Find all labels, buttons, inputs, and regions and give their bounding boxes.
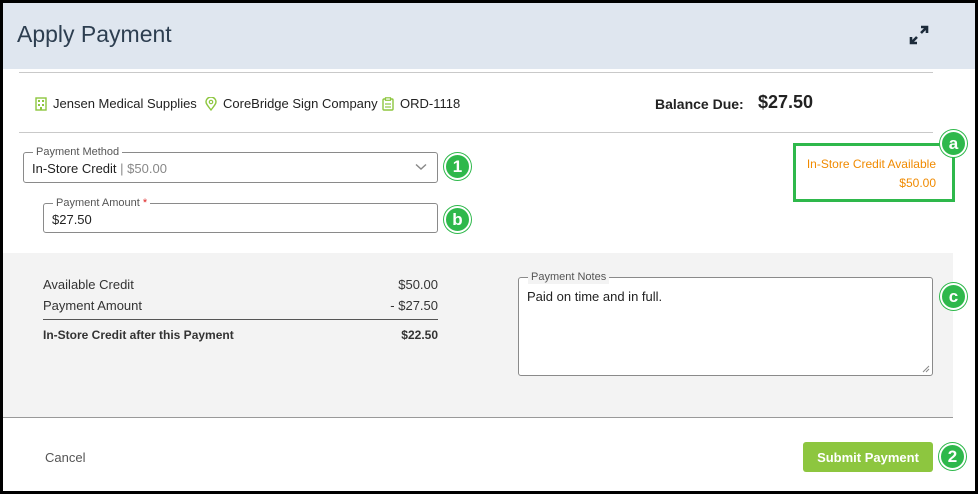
footer-divider <box>3 417 953 418</box>
summary-row-payment-amount: Payment Amount - $27.50 <box>43 298 438 313</box>
payment-notes-label: Payment Notes <box>528 270 610 284</box>
credit-available-label: In-Store Credit Available <box>806 157 936 171</box>
callout-badge-b: b <box>444 206 471 233</box>
credit-available-value: $50.00 <box>899 176 936 190</box>
callout-badge-c: c <box>940 283 967 310</box>
payment-method-value: In-Store Credit | $50.00 <box>32 161 167 176</box>
summary-row-available-credit: Available Credit $50.00 <box>43 277 438 292</box>
expand-icon[interactable] <box>907 23 931 47</box>
divider-mid <box>19 132 933 133</box>
apply-payment-dialog: Apply Payment Jensen Medical Supplies Co… <box>0 0 978 494</box>
callout-badge-1: 1 <box>444 153 471 180</box>
payment-amount-label: Payment Amount * <box>53 196 151 210</box>
summary-row-credit-after: In-Store Credit after this Payment $22.5… <box>43 328 438 342</box>
customer-name: Jensen Medical Supplies <box>53 96 197 111</box>
balance-due-value: $27.50 <box>758 92 814 112</box>
callout-badge-2: 2 <box>939 443 966 470</box>
balance-due-label: Balance Due: <box>655 96 744 112</box>
payment-amount-field[interactable]: Payment Amount * $27.50 <box>43 196 438 233</box>
payment-method-select[interactable]: Payment Method In-Store Credit | $50.00 <box>23 145 438 183</box>
customer-info: Jensen Medical Supplies <box>35 96 197 111</box>
summary-divider <box>43 319 438 320</box>
payment-notes-value: Paid on time and in full. <box>527 289 663 304</box>
cancel-button[interactable]: Cancel <box>45 450 85 465</box>
company-name: CoreBridge Sign Company <box>223 96 378 111</box>
map-pin-icon <box>205 96 217 111</box>
resize-handle-icon[interactable] <box>922 365 930 373</box>
chevron-down-icon <box>415 163 427 170</box>
payment-amount-value: $27.50 <box>52 212 92 227</box>
company-info: CoreBridge Sign Company <box>205 96 378 111</box>
order-number: ORD-1118 <box>400 96 461 111</box>
callout-badge-a: a <box>940 130 967 157</box>
dialog-title: Apply Payment <box>17 21 172 47</box>
clipboard-icon <box>382 96 394 111</box>
order-info: ORD-1118 <box>382 96 460 111</box>
payment-method-label: Payment Method <box>33 145 123 159</box>
payment-notes-textarea[interactable]: Payment Notes Paid on time and in full. <box>518 270 933 376</box>
divider-top <box>19 72 933 73</box>
dialog-header: Apply Payment <box>3 3 975 69</box>
submit-payment-button[interactable]: Submit Payment <box>803 442 933 472</box>
credit-available-box: In-Store Credit Available $50.00 <box>793 143 955 202</box>
building-icon <box>35 96 47 111</box>
